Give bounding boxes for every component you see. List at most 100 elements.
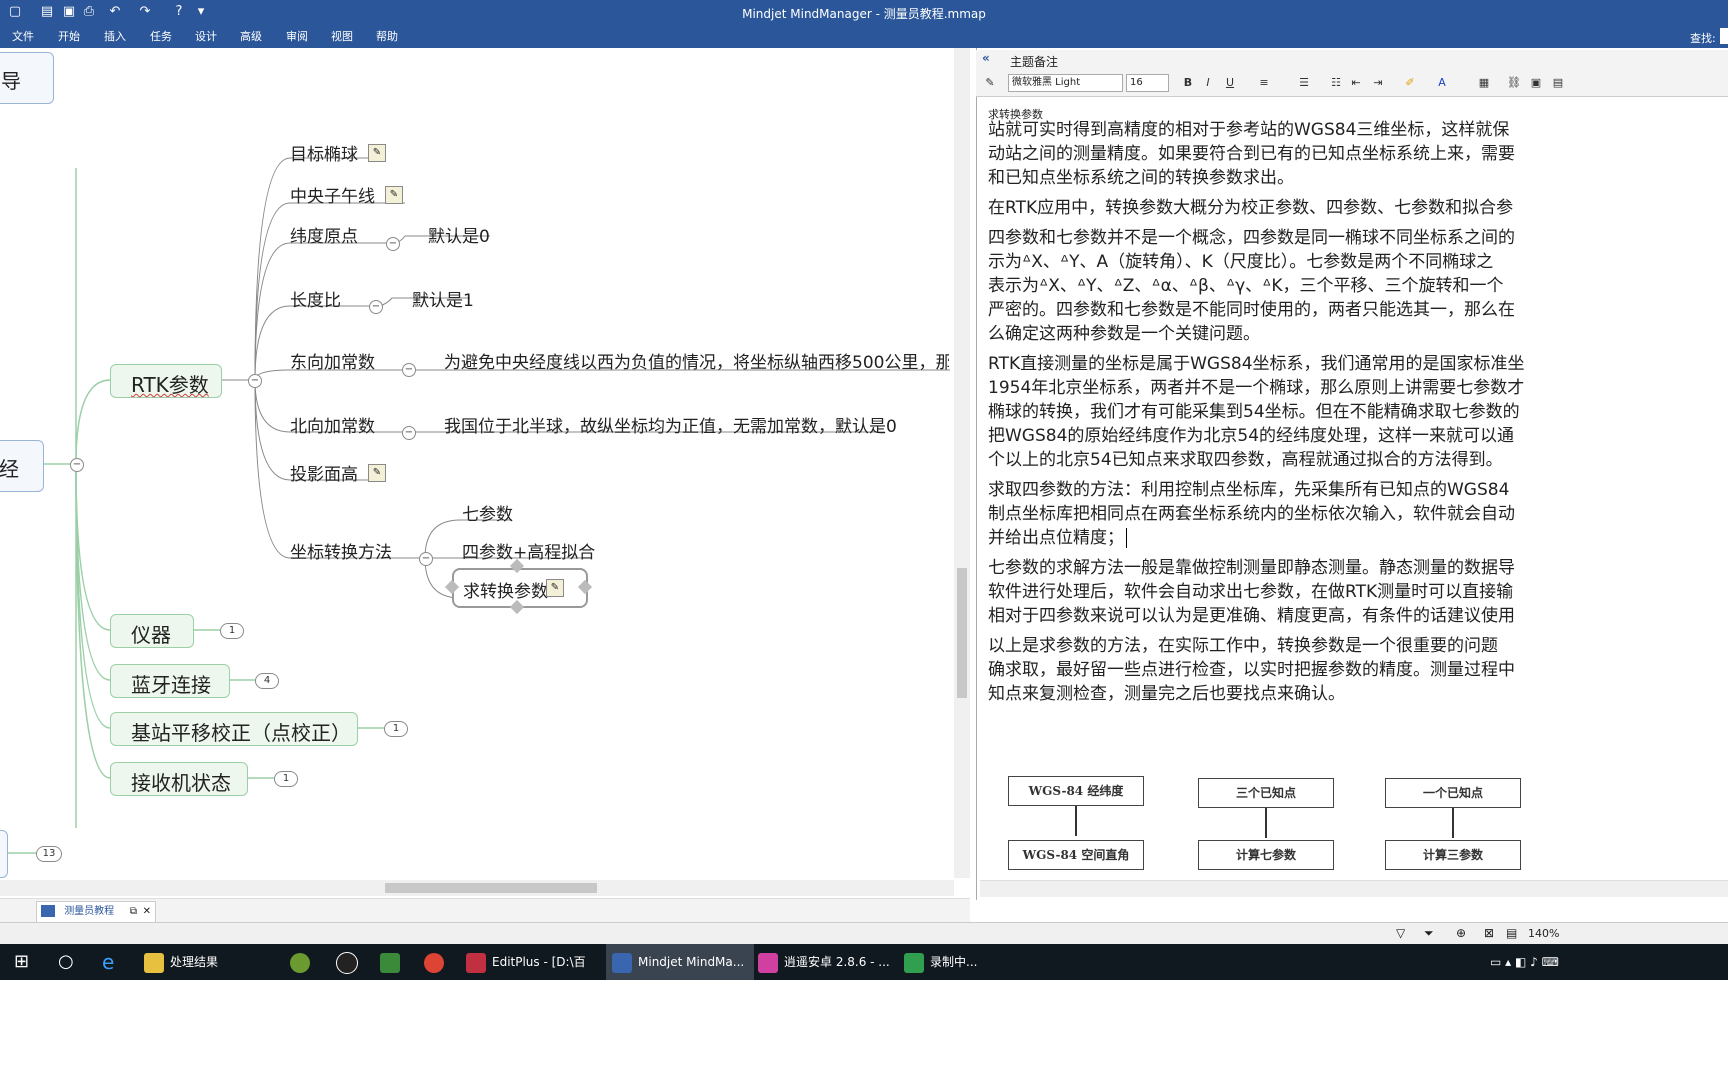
collapse-pane-icon[interactable]: « bbox=[982, 51, 990, 65]
tray-icons[interactable]: ▭ ▴ ◧ ♪ ⌨ bbox=[1490, 944, 1559, 980]
vertical-scroll-thumb[interactable] bbox=[957, 568, 967, 698]
map-canvas[interactable]: 导 经 13 − RTK参数 − 目标椭球 ✎ 中央子午线 ✎ 纬度原点 − 默认是… bbox=[0, 48, 970, 978]
topic-label: 目标椭球 bbox=[290, 145, 358, 165]
edge-browser-icon[interactable]: e bbox=[102, 944, 114, 980]
topic-seven-params[interactable]: 七参数 bbox=[462, 500, 513, 525]
chrome-icon[interactable] bbox=[424, 944, 450, 980]
node-base-station-calibration[interactable]: 基站平移校正（点校正） bbox=[110, 712, 358, 746]
root-node-partial[interactable]: 导 bbox=[0, 52, 54, 104]
font-color-icon[interactable]: A bbox=[1434, 75, 1450, 91]
vertical-scrollbar[interactable] bbox=[954, 48, 970, 878]
layout-icon[interactable]: ⊕ bbox=[1456, 926, 1466, 940]
note-icon[interactable]: ✎ bbox=[368, 144, 386, 162]
align-icon[interactable]: ≡ bbox=[1256, 75, 1272, 91]
font-size-select[interactable]: 16 bbox=[1126, 74, 1169, 92]
lat-origin-value[interactable]: 默认是0 bbox=[428, 222, 490, 247]
topic-projection-height[interactable]: 投影面高 ✎ bbox=[290, 460, 386, 485]
windows-start-icon[interactable]: ⊞ bbox=[14, 944, 29, 980]
menu-help[interactable]: 帮助 bbox=[376, 28, 398, 44]
rtk-collapse-toggle[interactable]: − bbox=[248, 374, 262, 388]
parent-node-partial[interactable]: 经 bbox=[0, 440, 44, 492]
count-badge[interactable]: 1 bbox=[220, 623, 244, 639]
android-icon[interactable] bbox=[290, 944, 316, 980]
menu-home[interactable]: 开始 bbox=[58, 28, 80, 44]
topic-latitude-origin[interactable]: 纬度原点 bbox=[290, 222, 358, 247]
note-icon[interactable]: ✎ bbox=[368, 464, 386, 482]
menu-tasks[interactable]: 任务 bbox=[150, 28, 172, 44]
false-easting-toggle[interactable]: − bbox=[402, 363, 416, 377]
scale-ratio-toggle[interactable]: − bbox=[369, 300, 383, 314]
topic-coord-method[interactable]: 坐标转换方法 bbox=[290, 538, 392, 563]
horizontal-scroll-thumb[interactable] bbox=[385, 883, 597, 893]
menu-advanced[interactable]: 高级 bbox=[240, 28, 262, 44]
document-tab[interactable]: 测量员教程 ⧉ ✕ bbox=[36, 901, 156, 923]
note-line: 以上是求参数的方法，在实际工作中，转换参数是一个很重要的问题 bbox=[988, 636, 1498, 656]
count-badge[interactable]: 4 bbox=[255, 673, 279, 689]
bottom-node-partial[interactable] bbox=[0, 830, 8, 878]
filter-icon[interactable]: ▽ bbox=[1396, 926, 1405, 940]
note-icon[interactable]: ✎ bbox=[385, 186, 403, 204]
image-icon[interactable]: ▣ bbox=[1528, 75, 1544, 91]
note-icon[interactable]: ✎ bbox=[546, 579, 564, 597]
search-input[interactable] bbox=[1720, 28, 1728, 44]
fit-page-icon[interactable]: ⊠ bbox=[1484, 926, 1494, 940]
link-icon[interactable]: ⛓ bbox=[1506, 75, 1522, 91]
view-icon[interactable]: ▤ bbox=[1506, 926, 1517, 940]
topic-false-northing[interactable]: 北向加常数 bbox=[290, 412, 375, 437]
rtk-params-node[interactable]: RTK参数 bbox=[110, 364, 222, 398]
false-northing-toggle[interactable]: − bbox=[402, 426, 416, 440]
notes-horizontal-scrollbar[interactable] bbox=[980, 880, 1728, 897]
close-icon[interactable]: ✕ bbox=[143, 902, 151, 922]
horizontal-scrollbar[interactable] bbox=[0, 880, 954, 896]
funnel-icon[interactable]: ⏷ bbox=[1424, 926, 1434, 941]
scale-ratio-value[interactable]: 默认是1 bbox=[412, 286, 474, 311]
collapsed-count-badge[interactable]: 13 bbox=[36, 846, 62, 862]
table-icon[interactable]: ▦ bbox=[1476, 75, 1492, 91]
node-receiver-status[interactable]: 接收机状态 bbox=[110, 762, 248, 796]
false-easting-value[interactable]: 为避免中央经度线以西为负值的情况，将坐标纵轴西移500公里，那么就 bbox=[444, 348, 949, 373]
bullet-list-icon[interactable]: ☷ bbox=[1328, 75, 1344, 91]
false-northing-value[interactable]: 我国位于北半球，故纵坐标均为正值，无需加常数，默认是0 bbox=[444, 412, 897, 437]
highlight-icon[interactable]: ✐ bbox=[1402, 75, 1418, 91]
taskbar-label: 逍遥安卓 2.8.6 - ... bbox=[784, 955, 890, 969]
menu-file[interactable]: 文件 bbox=[12, 28, 34, 44]
taskbar-item-recorder[interactable]: 录制中... bbox=[904, 944, 1014, 980]
format-painter-icon[interactable]: ✎ bbox=[982, 75, 998, 91]
italic-button[interactable]: I bbox=[1200, 75, 1216, 91]
app-green-icon[interactable] bbox=[380, 944, 406, 980]
node-instrument[interactable]: 仪器 bbox=[110, 614, 194, 648]
coord-method-toggle[interactable]: − bbox=[419, 552, 433, 566]
taskbar-item-mindmanager[interactable]: Mindjet MindMa... bbox=[606, 944, 754, 980]
font-family-select[interactable]: 微软雅黑 Light bbox=[1008, 74, 1123, 92]
numbered-list-icon[interactable]: ☰ bbox=[1296, 75, 1312, 91]
outdent-icon[interactable]: ⇤ bbox=[1348, 75, 1364, 91]
taskbar-item-editplus[interactable]: EditPlus - [D:\百度... bbox=[466, 944, 602, 1005]
count-badge[interactable]: 1 bbox=[274, 771, 298, 787]
notes-editor[interactable]: 站就可实时得到高精度的相对于参考站的WGS84三维坐标，这样就保 动站之间的测量… bbox=[988, 120, 1728, 712]
menu-insert[interactable]: 插入 bbox=[104, 28, 126, 44]
topic-target-ellipsoid[interactable]: 目标椭球 ✎ bbox=[290, 140, 386, 165]
taskbar-item-android-emulator[interactable]: 逍遥安卓 2.8.6 - ... bbox=[758, 944, 898, 980]
notes-flowchart-image[interactable]: WGS-84 经纬度 WGS-84 空间直角 三个已知点 计算七参数 一个已知点… bbox=[980, 770, 1728, 880]
search-icon[interactable]: ○ bbox=[58, 944, 74, 980]
menu-design[interactable]: 设计 bbox=[195, 28, 217, 44]
indent-icon[interactable]: ⇥ bbox=[1370, 75, 1386, 91]
collapse-toggle[interactable]: − bbox=[70, 458, 84, 472]
bold-button[interactable]: B bbox=[1180, 75, 1196, 91]
topic-scale-ratio[interactable]: 长度比 bbox=[290, 286, 341, 311]
topic-central-meridian[interactable]: 中央子午线 ✎ bbox=[290, 182, 403, 207]
count-badge[interactable]: 1 bbox=[384, 721, 408, 737]
zoom-level[interactable]: 140% bbox=[1528, 927, 1559, 940]
more-icon[interactable]: ▤ bbox=[1550, 75, 1566, 91]
node-bluetooth[interactable]: 蓝牙连接 bbox=[110, 664, 230, 698]
underline-button[interactable]: U bbox=[1222, 75, 1238, 91]
topic-false-easting[interactable]: 东向加常数 bbox=[290, 348, 375, 373]
lat-origin-toggle[interactable]: − bbox=[386, 237, 400, 251]
qq-icon[interactable] bbox=[336, 944, 364, 980]
pin-icon[interactable]: ⧉ bbox=[130, 902, 137, 922]
menu-review[interactable]: 审阅 bbox=[286, 28, 308, 44]
selected-topic-solve-params[interactable]: 求转换参数 ✎ bbox=[444, 558, 593, 615]
menu-view[interactable]: 视图 bbox=[331, 28, 353, 44]
taskbar-item-folder[interactable]: 处理结果 bbox=[144, 944, 284, 980]
topic-four-params[interactable]: 四参数+高程拟合 bbox=[462, 538, 595, 563]
